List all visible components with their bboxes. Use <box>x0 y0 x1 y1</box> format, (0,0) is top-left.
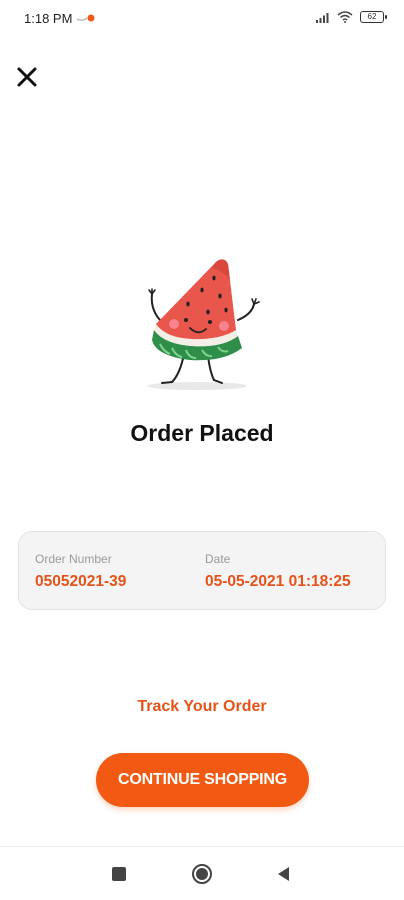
order-date-field: Date 05-05-2021 01:18:25 <box>205 552 351 591</box>
continue-shopping-button[interactable]: CONTINUE SHOPPING <box>96 753 309 807</box>
signal-icon <box>316 12 329 23</box>
track-order-link[interactable]: Track Your Order <box>0 698 404 716</box>
order-info-card: Order Number 05052021-39 Date 05-05-2021… <box>18 531 386 610</box>
wifi-icon <box>337 11 353 23</box>
battery-icon: 62 <box>360 11 387 23</box>
watermelon-mascot-illustration <box>147 259 260 390</box>
page-title: Order Placed <box>130 420 274 446</box>
close-button[interactable] <box>14 64 40 90</box>
order-number-value: 05052021-39 <box>35 573 127 590</box>
order-number-field: Order Number 05052021-39 <box>35 552 126 591</box>
close-icon <box>17 67 37 87</box>
home-icon[interactable] <box>191 863 213 885</box>
status-icons: 62 <box>316 11 387 23</box>
back-icon[interactable] <box>276 866 290 882</box>
system-nav-bar <box>0 846 404 900</box>
order-date-label: Date <box>205 552 231 566</box>
order-number-label: Order Number <box>35 552 112 566</box>
app-notification-icon <box>76 14 95 22</box>
status-bar: 1:18 PM 62 <box>0 0 404 38</box>
recents-icon[interactable] <box>112 867 126 881</box>
status-time: 1:18 PM <box>24 11 73 26</box>
order-date-value: 05-05-2021 01:18:25 <box>205 573 351 590</box>
